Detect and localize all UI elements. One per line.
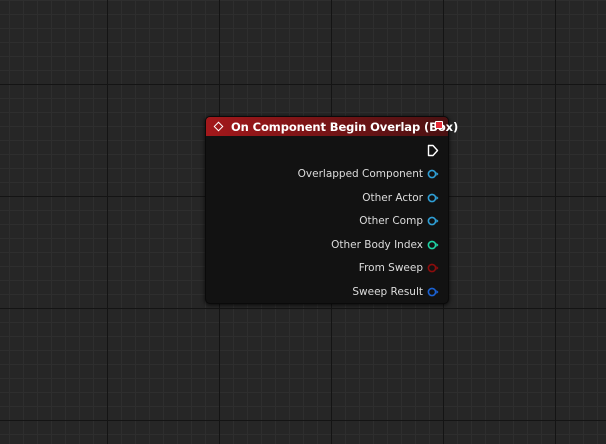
pin-row-other-body-index[interactable]: Other Body Index [331,238,439,252]
pin-label: Sweep Result [352,286,423,298]
exec-output-pin[interactable] [427,144,439,157]
node-header[interactable]: On Component Begin Overlap (Box) [206,117,458,136]
pin-label: Other Body Index [331,239,423,251]
node-title: On Component Begin Overlap (Box) [231,119,459,134]
integer-pin-icon[interactable] [427,240,439,250]
exec-output-icon [427,144,439,157]
pin-label: Overlapped Component [297,168,423,180]
pin-label: From Sweep [358,262,423,274]
struct-pin-icon[interactable] [427,287,439,297]
delegate-output-pin[interactable] [435,121,443,129]
pin-row-other-comp[interactable]: Other Comp [359,214,439,228]
pin-label: Other Actor [362,192,423,204]
object-pin-icon[interactable] [427,169,439,179]
object-pin-icon[interactable] [427,193,439,203]
object-pin-icon[interactable] [427,216,439,226]
boolean-pin-icon[interactable] [427,263,439,273]
blueprint-graph-canvas[interactable]: On Component Begin Overlap (Box) Overlap… [0,0,606,444]
pin-row-sweep-result[interactable]: Sweep Result [352,285,439,299]
pin-row-overlapped-component[interactable]: Overlapped Component [298,167,439,181]
pin-row-other-actor[interactable]: Other Actor [362,191,439,205]
pin-row-from-sweep[interactable]: From Sweep [359,261,439,275]
pin-label: Other Comp [359,215,423,227]
event-icon [214,122,224,132]
event-node-on-component-begin-overlap[interactable]: On Component Begin Overlap (Box) Overlap… [205,116,458,304]
